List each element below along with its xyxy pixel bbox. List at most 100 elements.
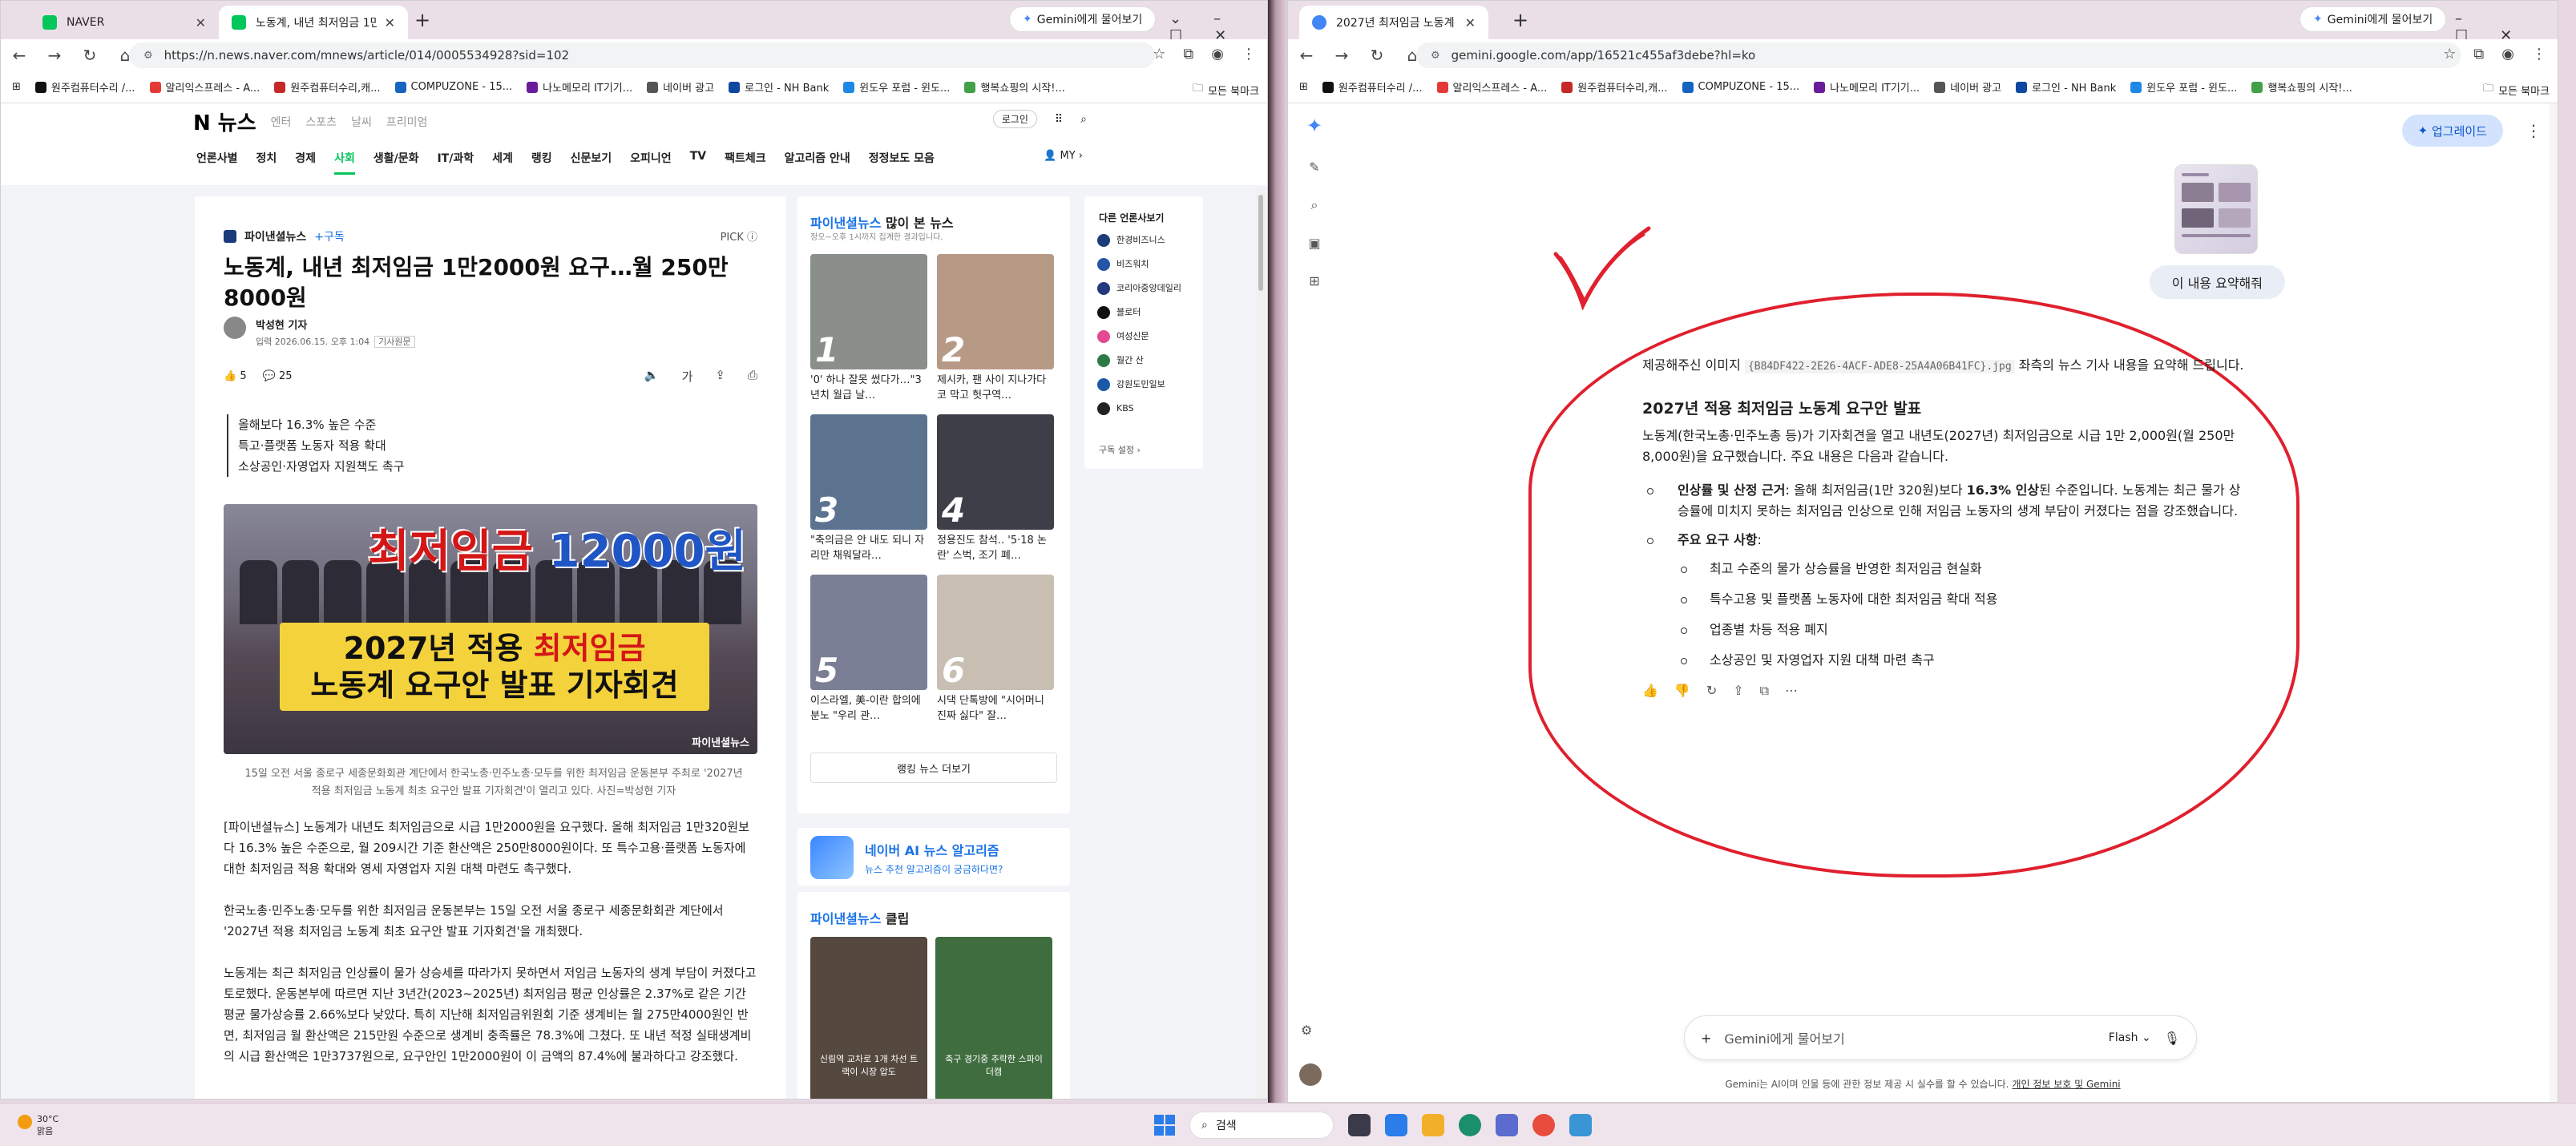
my-menu[interactable]: 👤 MY › bbox=[1044, 150, 1083, 175]
all-bookmarks[interactable]: 🗀 모든 북마크 bbox=[1185, 81, 1259, 99]
prompt-input[interactable]: Gemini에게 물어보기 bbox=[1724, 1028, 2095, 1047]
copy-icon[interactable]: ⧉ bbox=[1760, 680, 1769, 701]
microphone-icon[interactable]: 🎙 bbox=[2164, 1031, 2180, 1046]
bookmark-item[interactable]: 나노메모리 IT기기... bbox=[1814, 79, 1920, 95]
search-icon[interactable]: ⌕ bbox=[1311, 197, 1318, 213]
address-bar[interactable]: ⚙ gemini.google.com/app/16521c455af3debe… bbox=[1416, 42, 2461, 68]
clip-video[interactable]: 신림역 교차로 1개 차선 트랙이 시장 압도 bbox=[810, 937, 927, 1099]
press-item[interactable]: 코리아중앙데일리 bbox=[1097, 276, 1181, 301]
ai-promo[interactable]: 네이버 AI 뉴스 알고리즘 뉴스 추천 알고리즘이 궁금하다면? bbox=[797, 828, 1070, 886]
press-item[interactable]: 블로터 bbox=[1097, 301, 1181, 325]
new-tab-icon[interactable]: + bbox=[414, 9, 430, 31]
chrome-icon[interactable] bbox=[1532, 1114, 1555, 1136]
settings-icon[interactable]: ⚙ bbox=[1301, 1023, 1312, 1038]
gemini-ask-button[interactable]: ✦ Gemini에게 물어보기 bbox=[1009, 6, 1157, 32]
section-tab[interactable]: 정치 bbox=[256, 150, 277, 175]
widget-icon[interactable] bbox=[1348, 1114, 1371, 1136]
subnav-link[interactable]: 엔터 bbox=[271, 114, 292, 130]
like-button[interactable]: 👍 5 bbox=[224, 370, 247, 382]
section-tab[interactable]: IT/과학 bbox=[437, 150, 474, 175]
profile-avatar[interactable]: ◉ bbox=[2501, 46, 2514, 63]
prompt-input-box[interactable]: + Gemini에게 물어보기 Flash ⌄ 🎙 bbox=[1684, 1015, 2197, 1060]
popular-news-item[interactable]: 4 정용진도 참석.. '5·18 논란' 스벅, 조기 폐… bbox=[937, 414, 1054, 563]
more-options-icon[interactable]: ⋮ bbox=[2526, 121, 2542, 140]
bookmark-item[interactable]: 행복쇼핑의 시작!... bbox=[2251, 79, 2352, 95]
search-icon[interactable]: ⌕ bbox=[1080, 113, 1087, 126]
pick-badge[interactable]: PICK ⓘ bbox=[721, 228, 757, 244]
bookmark-item[interactable]: 알리익스프레스 - A... bbox=[1436, 79, 1547, 95]
naver-news-logo[interactable]: N 뉴스 bbox=[193, 107, 256, 136]
menu-icon[interactable]: ⋮ bbox=[2532, 46, 2546, 63]
section-tab[interactable]: 경제 bbox=[295, 150, 316, 175]
subscribe-settings[interactable]: 구독 설정 › bbox=[1099, 443, 1141, 456]
back-icon[interactable]: ← bbox=[1298, 46, 1315, 65]
press-item[interactable]: 한경비즈니스 bbox=[1097, 228, 1181, 252]
login-button[interactable]: 로그인 bbox=[992, 110, 1037, 128]
subnav-link[interactable]: 스포츠 bbox=[305, 114, 337, 130]
edge-icon[interactable] bbox=[1459, 1114, 1481, 1136]
scrollbar[interactable] bbox=[1256, 187, 1266, 1099]
section-tab[interactable]: 언론사별 bbox=[196, 150, 238, 175]
bookmark-item[interactable]: 네이버 광고 bbox=[1934, 79, 2001, 95]
reload-icon[interactable]: ↻ bbox=[1368, 46, 1386, 65]
scrollbar[interactable] bbox=[2550, 103, 2558, 1102]
section-tab[interactable]: TV bbox=[690, 150, 706, 175]
original-link[interactable]: 기사원문 bbox=[374, 336, 415, 348]
profile-avatar[interactable]: ◉ bbox=[1211, 46, 1224, 63]
press-item[interactable]: 강원도민일보 bbox=[1097, 373, 1181, 397]
more-icon[interactable]: ⋯ bbox=[1785, 680, 1798, 701]
app-icon[interactable] bbox=[1569, 1114, 1592, 1136]
audio-icon[interactable]: 🔈 bbox=[644, 368, 660, 385]
section-tab[interactable]: 팩트체크 bbox=[725, 150, 766, 175]
start-icon[interactable] bbox=[1154, 1115, 1175, 1136]
menu-icon[interactable]: ⋮ bbox=[1242, 46, 1256, 63]
tab-article[interactable]: 노동계, 내년 최저임금 1만2000원 ✕ bbox=[219, 6, 408, 39]
bookmark-item[interactable]: 원주컴퓨터수리,캐... bbox=[1561, 79, 1668, 95]
bookmark-item[interactable]: 윈도우 포럼 - 윈도... bbox=[843, 79, 950, 95]
press-item[interactable]: 여성신문 bbox=[1097, 325, 1181, 349]
privacy-link[interactable]: 개인 정보 보호 및 Gemini bbox=[2012, 1079, 2120, 1090]
add-icon[interactable]: + bbox=[1701, 1031, 1711, 1046]
popular-news-item[interactable]: 1 '0' 하나 잘못 썼다가…"3년치 월급 날… bbox=[810, 254, 927, 403]
section-tab[interactable]: 알고리즘 안내 bbox=[785, 150, 850, 175]
tab-naver[interactable]: NAVER ✕ bbox=[30, 6, 219, 39]
press-item[interactable]: KBS bbox=[1097, 397, 1181, 421]
press-item[interactable]: 월간 산 bbox=[1097, 349, 1181, 373]
font-size-icon[interactable]: 가 bbox=[682, 368, 693, 385]
gemini-ask-button[interactable]: ✦ Gemini에게 물어보기 bbox=[2299, 6, 2447, 32]
thumbs-down-icon[interactable]: 👎 bbox=[1674, 680, 1690, 701]
popular-news-item[interactable]: 2 제시카, 팬 사이 지나가다 코 막고 헛구역… bbox=[937, 254, 1054, 403]
print-icon[interactable]: ⎙ bbox=[748, 368, 757, 385]
section-tab[interactable]: 생활/문화 bbox=[373, 150, 419, 175]
press-item[interactable]: 비즈워치 bbox=[1097, 252, 1181, 276]
all-bookmarks[interactable]: 🗀 모든 북마크 bbox=[2475, 81, 2550, 99]
ranking-more-button[interactable]: 랭킹 뉴스 더보기 bbox=[810, 753, 1057, 783]
publisher-name[interactable]: 파이낸셜뉴스 bbox=[244, 228, 306, 244]
subscribe-button[interactable]: +구독 bbox=[314, 228, 345, 244]
reporter-name[interactable]: 박성현 기자 bbox=[256, 317, 415, 332]
section-tab[interactable]: 정정보도 모음 bbox=[869, 150, 935, 175]
new-tab-icon[interactable]: + bbox=[1512, 9, 1528, 31]
bookmark-item[interactable]: 윈도우 포럼 - 윈도... bbox=[2130, 79, 2237, 95]
new-chat-icon[interactable]: ✎ bbox=[1309, 159, 1319, 175]
popular-news-item[interactable]: 3 "축의금은 안 내도 되니 자리만 채워달라… bbox=[810, 414, 927, 563]
bookmark-item[interactable]: 원주컴퓨터수리 /... bbox=[1322, 79, 1423, 95]
grid-menu-icon[interactable]: ⠿ bbox=[1055, 113, 1063, 126]
model-selector[interactable]: Flash ⌄ bbox=[2109, 1031, 2151, 1044]
bookmark-item[interactable]: 나노메모리 IT기기... bbox=[527, 79, 632, 95]
user-avatar[interactable] bbox=[1299, 1063, 1322, 1086]
bookmark-star-icon[interactable]: ☆ bbox=[1153, 46, 1165, 63]
popular-news-item[interactable]: 6 시댁 단톡방에 "시어머니 진짜 싫다" 잘… bbox=[937, 575, 1054, 724]
app-icon[interactable] bbox=[1496, 1114, 1518, 1136]
weather-widget[interactable]: 30°C 맑음 bbox=[37, 1113, 59, 1137]
clip-video[interactable]: 축구 경기중 추락한 스파이더캠 bbox=[935, 937, 1052, 1099]
apps-icon[interactable]: ⊞ bbox=[12, 81, 21, 93]
tab-gemini[interactable]: 2027년 최저임금 노동계 요구 ✕ bbox=[1299, 6, 1488, 39]
upgrade-button[interactable]: ✦ 업그레이드 bbox=[2401, 115, 2503, 147]
bookmark-item[interactable]: COMPUZONE - 15... bbox=[394, 81, 512, 93]
reload-icon[interactable]: ↻ bbox=[81, 46, 99, 65]
forward-icon[interactable]: → bbox=[1333, 46, 1351, 65]
site-info-icon[interactable]: ⚙ bbox=[143, 50, 153, 62]
extensions-icon[interactable]: ⧉ bbox=[2473, 46, 2484, 63]
section-tab[interactable]: 랭킹 bbox=[531, 150, 552, 175]
